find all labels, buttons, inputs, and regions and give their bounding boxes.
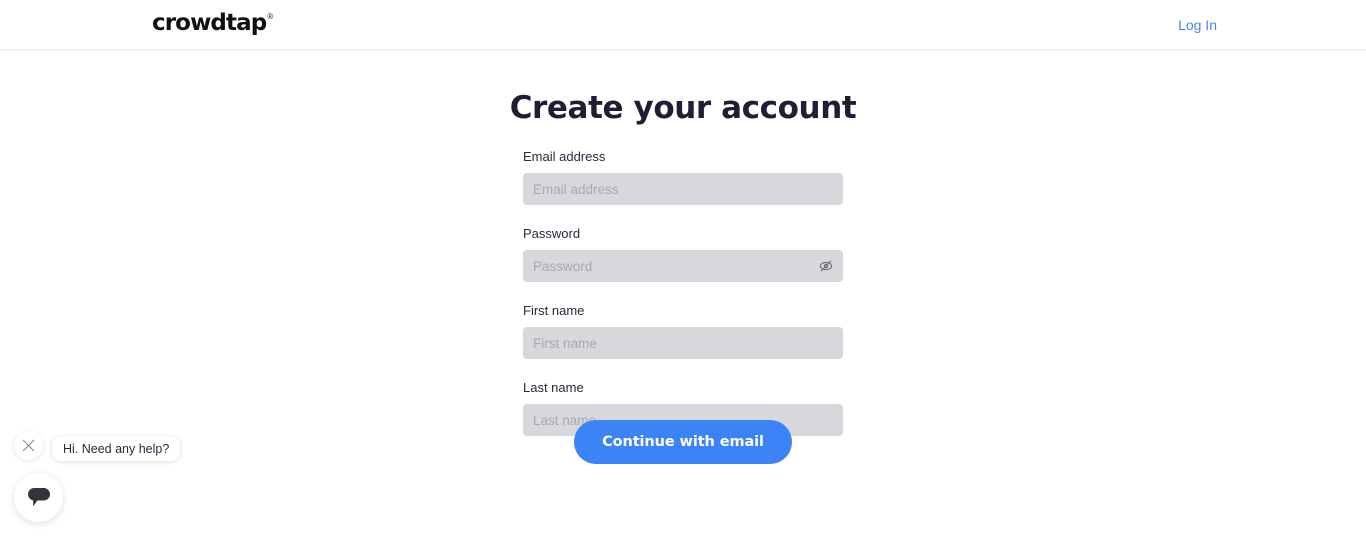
first-name-field-group: First name	[523, 302, 843, 359]
logo-wordmark: crowdtap	[152, 10, 267, 36]
chat-bubble-icon[interactable]	[14, 473, 63, 522]
password-input-shell	[523, 250, 843, 282]
first-name-label: First name	[523, 303, 585, 318]
eye-slash-icon[interactable]	[816, 256, 836, 276]
signup-form: Email address Password First name	[523, 148, 843, 436]
password-label: Password	[523, 226, 581, 241]
email-field-group: Email address	[523, 148, 843, 205]
logo-trademark-icon: ®	[267, 12, 274, 21]
continue-with-email-button[interactable]: Continue with email	[574, 420, 792, 464]
chat-greeting-text: Hi. Need any help?	[63, 441, 170, 456]
close-icon[interactable]	[14, 431, 43, 460]
site-header: crowdtap ® Log In	[0, 0, 1366, 50]
email-label: Email address	[523, 149, 606, 164]
page-title: Create your account	[509, 90, 857, 126]
first-name-input-shell	[523, 327, 843, 359]
password-field-group: Password	[523, 225, 843, 282]
chat-widget: Hi. Need any help?	[0, 428, 200, 538]
login-link[interactable]: Log In	[1178, 16, 1217, 35]
chat-greeting-bubble[interactable]: Hi. Need any help?	[52, 436, 181, 461]
password-input[interactable]	[523, 250, 843, 282]
email-input-shell	[523, 173, 843, 205]
last-name-label: Last name	[523, 380, 584, 395]
first-name-input[interactable]	[523, 327, 843, 359]
email-input[interactable]	[523, 173, 843, 205]
crowdtap-logo[interactable]: crowdtap ®	[152, 11, 273, 35]
signup-page: Create your account Email address Passwo…	[0, 50, 1366, 538]
